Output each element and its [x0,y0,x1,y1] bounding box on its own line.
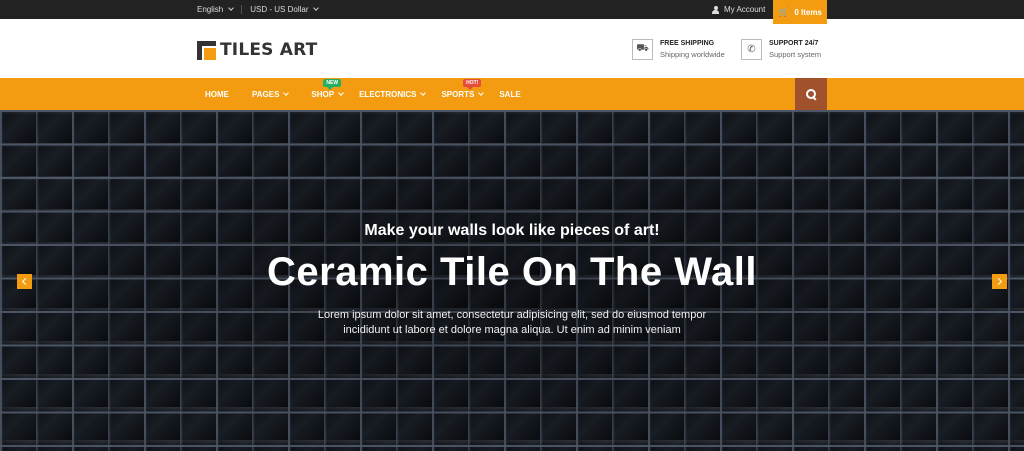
chevron-down-icon [228,5,235,11]
hero-subtitle: Make your walls look like pieces of art! [364,222,660,239]
new-badge: NEW [323,78,342,90]
language-selector[interactable]: English [197,5,235,14]
search-icon [806,89,816,99]
currency-label: USD - US Dollar [250,5,309,14]
logo[interactable]: TILES ART [197,40,317,60]
my-account-label: My Account [724,5,766,14]
nav-item-label: SPORTS [441,89,475,99]
nav-item-sports[interactable]: HOT! SPORTS [441,78,485,99]
slider-next-arrow-icon[interactable] [992,274,1007,289]
chevron-down-icon [283,89,290,96]
feature-subtitle: Support system [769,50,822,59]
currency-selector[interactable]: USD - US Dollar [250,5,320,14]
nav-item-label: ELECTRONICS [359,89,417,99]
hero-content: Make your walls look like pieces of art!… [0,110,1024,451]
feature-title: SUPPORT 24/7 [769,40,819,47]
brand-name: TILES ART [220,40,318,60]
feature-title: FREE SHIPPING [660,40,715,47]
truck-icon: ⛟ [632,39,653,60]
feature-subtitle: Shipping worldwide [660,50,725,59]
search-button[interactable] [795,78,827,110]
nav-menu: HOME PAGES NEW SHOP ELECTRONICS HOT! SPO… [205,78,544,110]
nav-item-label: SHOP [311,89,335,99]
cart-label: 0 Items [794,7,822,17]
cart-button[interactable]: 🛒 0 Items [773,0,827,24]
phone-icon: ✆ [741,39,762,60]
main-nav: HOME PAGES NEW SHOP ELECTRONICS HOT! SPO… [0,78,1024,110]
nav-item-label: HOME [205,89,229,99]
nav-item-sale[interactable]: SALE [499,90,520,99]
header: TILES ART ⛟ FREE SHIPPING Shipping world… [0,19,1024,78]
top-bar-left: English USD - US Dollar [197,0,320,19]
nav-item-label: SALE [499,89,521,99]
language-label: English [197,5,224,14]
nav-item-shop[interactable]: NEW SHOP [311,78,344,99]
nav-item-electronics[interactable]: ELECTRONICS [359,89,427,99]
support-feature: ✆ SUPPORT 24/7 Support system [741,39,821,60]
logo-mark-icon [197,40,216,60]
top-bar: English USD - US Dollar My Account [0,0,1024,19]
chevron-down-icon [338,89,344,96]
chevron-down-icon [478,89,485,96]
slider-prev-arrow-icon[interactable] [17,274,32,289]
hot-badge: HOT! [463,78,482,90]
chevron-down-icon [420,89,427,96]
chevron-down-icon [313,5,320,11]
free-shipping-feature: ⛟ FREE SHIPPING Shipping worldwide [632,39,725,60]
divider [241,5,243,14]
hero-description: Lorem ipsum dolor sit amet, consectetur … [317,309,707,336]
hero-title: Ceramic Tile On The Wall [267,250,757,294]
nav-item-label: PAGES [252,89,280,99]
cart-icon: 🛒 [778,6,790,17]
user-icon [712,5,719,14]
nav-item-pages[interactable]: PAGES [252,89,290,99]
my-account-link[interactable]: My Account [712,0,765,19]
hero-slider: Make your walls look like pieces of art!… [0,110,1024,451]
nav-item-home[interactable]: HOME [205,90,229,99]
